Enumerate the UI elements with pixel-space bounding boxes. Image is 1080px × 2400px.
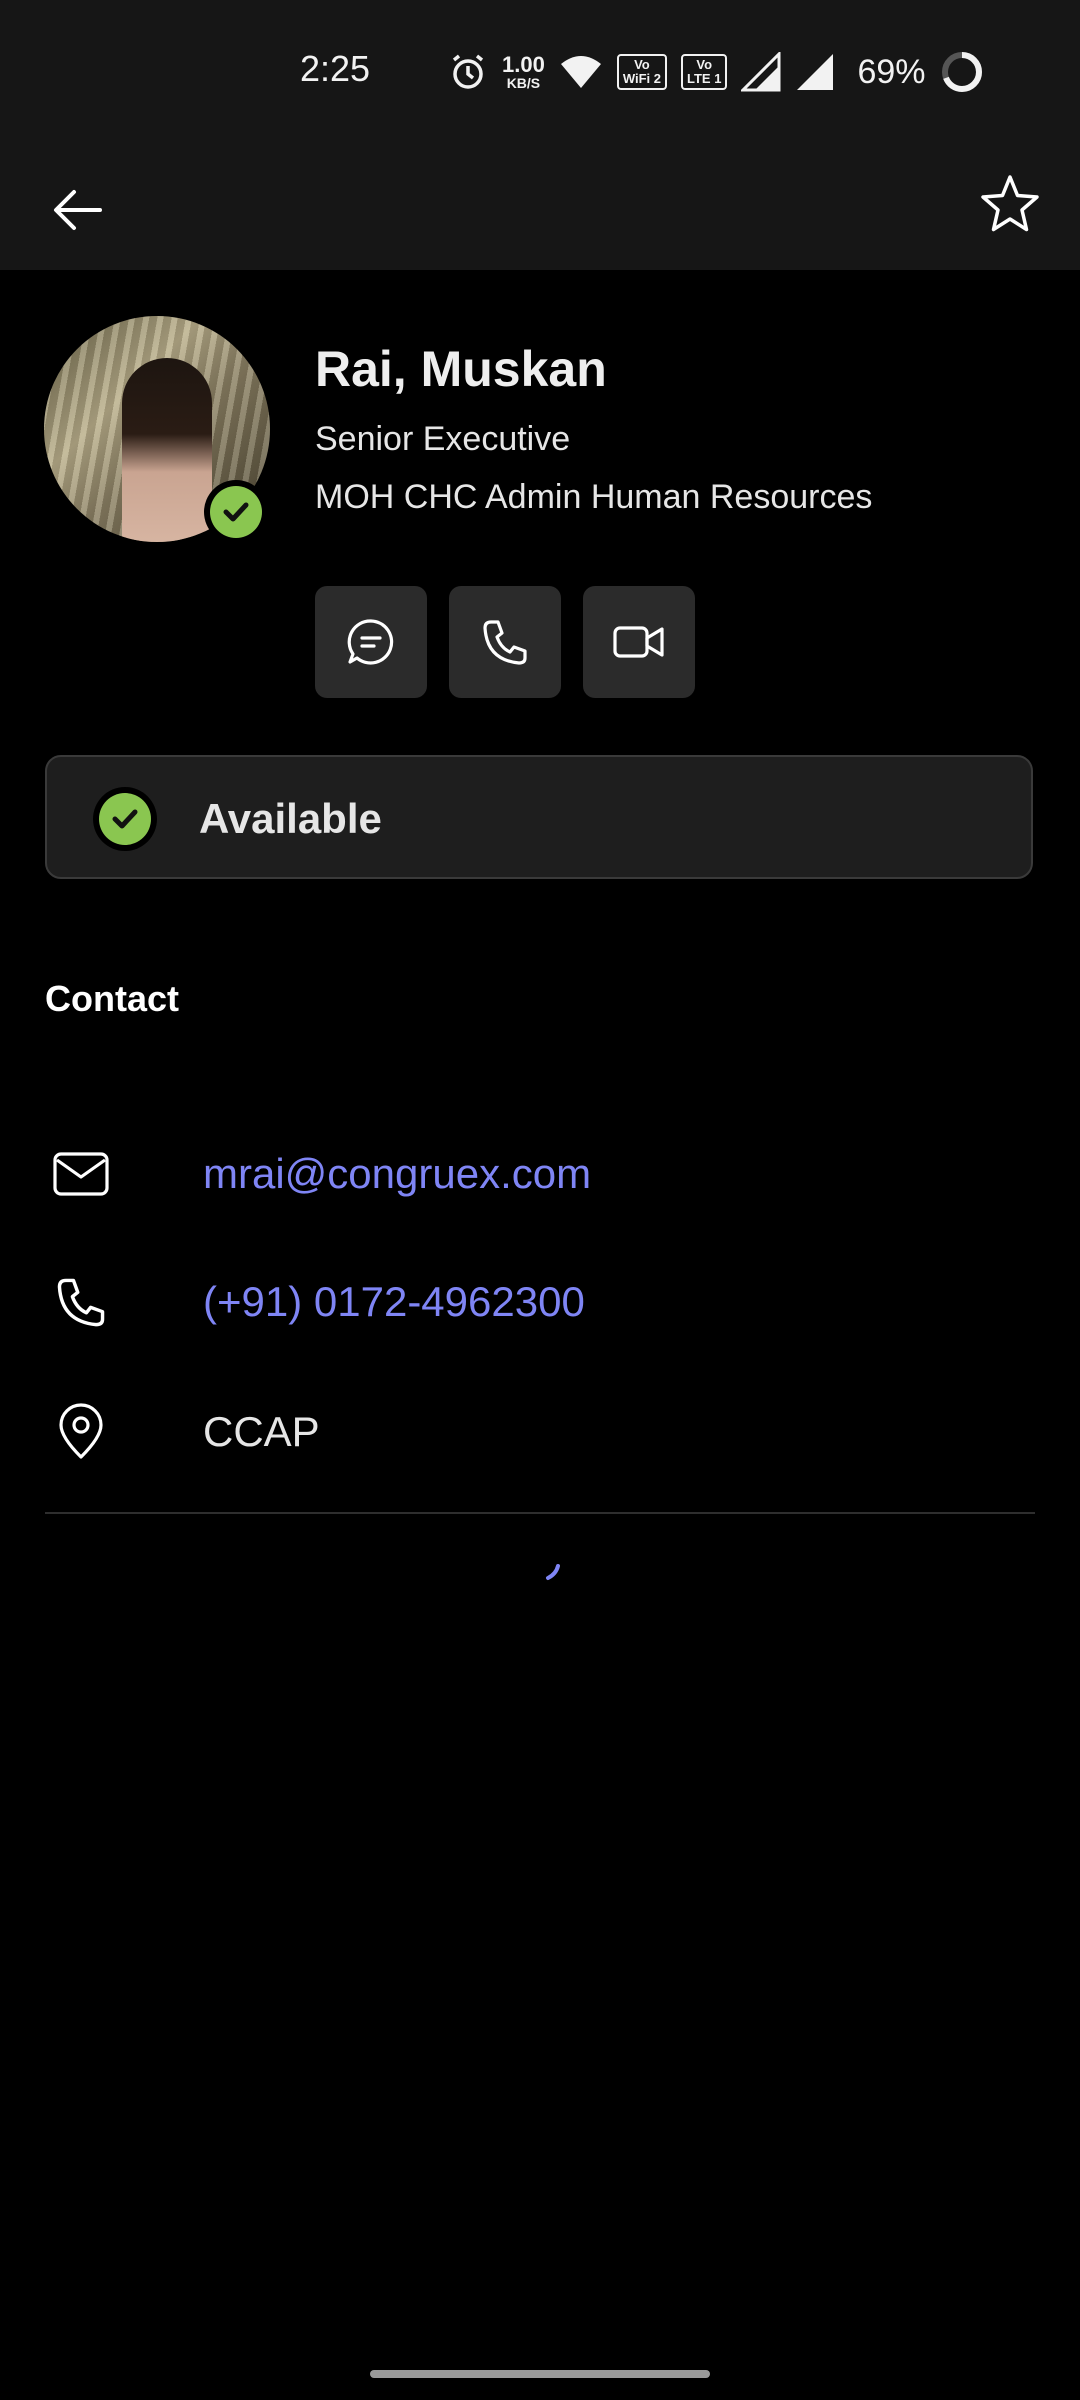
- video-call-button[interactable]: [583, 586, 695, 698]
- chat-button[interactable]: [315, 586, 427, 698]
- presence-label: Available: [199, 795, 382, 842]
- phone-icon: [45, 1266, 117, 1338]
- phone-link[interactable]: (+91) 0172-4962300: [203, 1278, 585, 1326]
- battery-percent: 69%: [857, 52, 926, 91]
- location-text: CCAP: [203, 1408, 320, 1455]
- section-divider: [45, 1512, 1035, 1514]
- check-icon: [112, 809, 138, 829]
- volte-lte-badge: Vo LTE 1: [681, 54, 728, 90]
- favorite-button[interactable]: [968, 162, 1052, 246]
- alarm-icon: [448, 52, 488, 92]
- volte-lte-bottom: LTE 1: [687, 71, 722, 86]
- phone-row[interactable]: (+91) 0172-4962300: [45, 1240, 1035, 1350]
- phone-icon: [483, 620, 527, 665]
- email-link[interactable]: mrai@congruex.com: [203, 1150, 591, 1198]
- net-speed-value: 1.00: [502, 52, 545, 77]
- email-row[interactable]: mrai@congruex.com: [45, 1112, 1035, 1222]
- loading-spinner-icon: [538, 1560, 568, 1590]
- back-button[interactable]: [36, 168, 120, 252]
- call-button[interactable]: [449, 586, 561, 698]
- signal-icon-2: [795, 52, 835, 92]
- avatar[interactable]: [44, 316, 270, 544]
- wifi-icon: [559, 54, 603, 90]
- arrow-left-icon: [54, 190, 102, 230]
- volte-lte-top: Vo: [696, 57, 713, 72]
- presence-badge: [204, 480, 268, 544]
- signal-icon-1: [741, 52, 781, 92]
- volte-wifi-bottom: WiFi 2: [622, 71, 661, 86]
- video-icon: [613, 626, 664, 658]
- contact-section-heading: Contact: [45, 978, 179, 1019]
- home-indicator[interactable]: [370, 2370, 710, 2378]
- check-icon: [223, 502, 249, 522]
- volte-wifi-top: Vo: [634, 57, 650, 72]
- status-bar: 2:25 1.00 KB/S Vo WiFi 2 Vo LTE 1 69%: [0, 0, 1080, 140]
- status-time: 2:25: [300, 48, 371, 89]
- available-status-icon: [93, 787, 157, 851]
- chat-icon: [347, 619, 394, 665]
- contact-department: MOH CHC Admin Human Resources: [315, 478, 873, 516]
- presence-status-card[interactable]: Available: [45, 755, 1033, 879]
- net-speed-unit: KB/S: [506, 75, 541, 91]
- quick-actions: [315, 586, 695, 698]
- location-pin-icon: [45, 1396, 117, 1468]
- mail-icon: [45, 1138, 117, 1210]
- location-row: CCAP: [45, 1370, 1035, 1480]
- status-icons: 1.00 KB/S Vo WiFi 2 Vo LTE 1 69%: [448, 48, 984, 96]
- app-bar: [0, 140, 1080, 270]
- net-speed: 1.00 KB/S: [502, 52, 545, 91]
- volte-wifi-badge: Vo WiFi 2: [616, 54, 667, 90]
- battery-icon: [940, 50, 984, 94]
- contact-name: Rai, Muskan: [315, 341, 607, 397]
- contact-job-title: Senior Executive: [315, 420, 571, 458]
- star-icon: [981, 175, 1039, 232]
